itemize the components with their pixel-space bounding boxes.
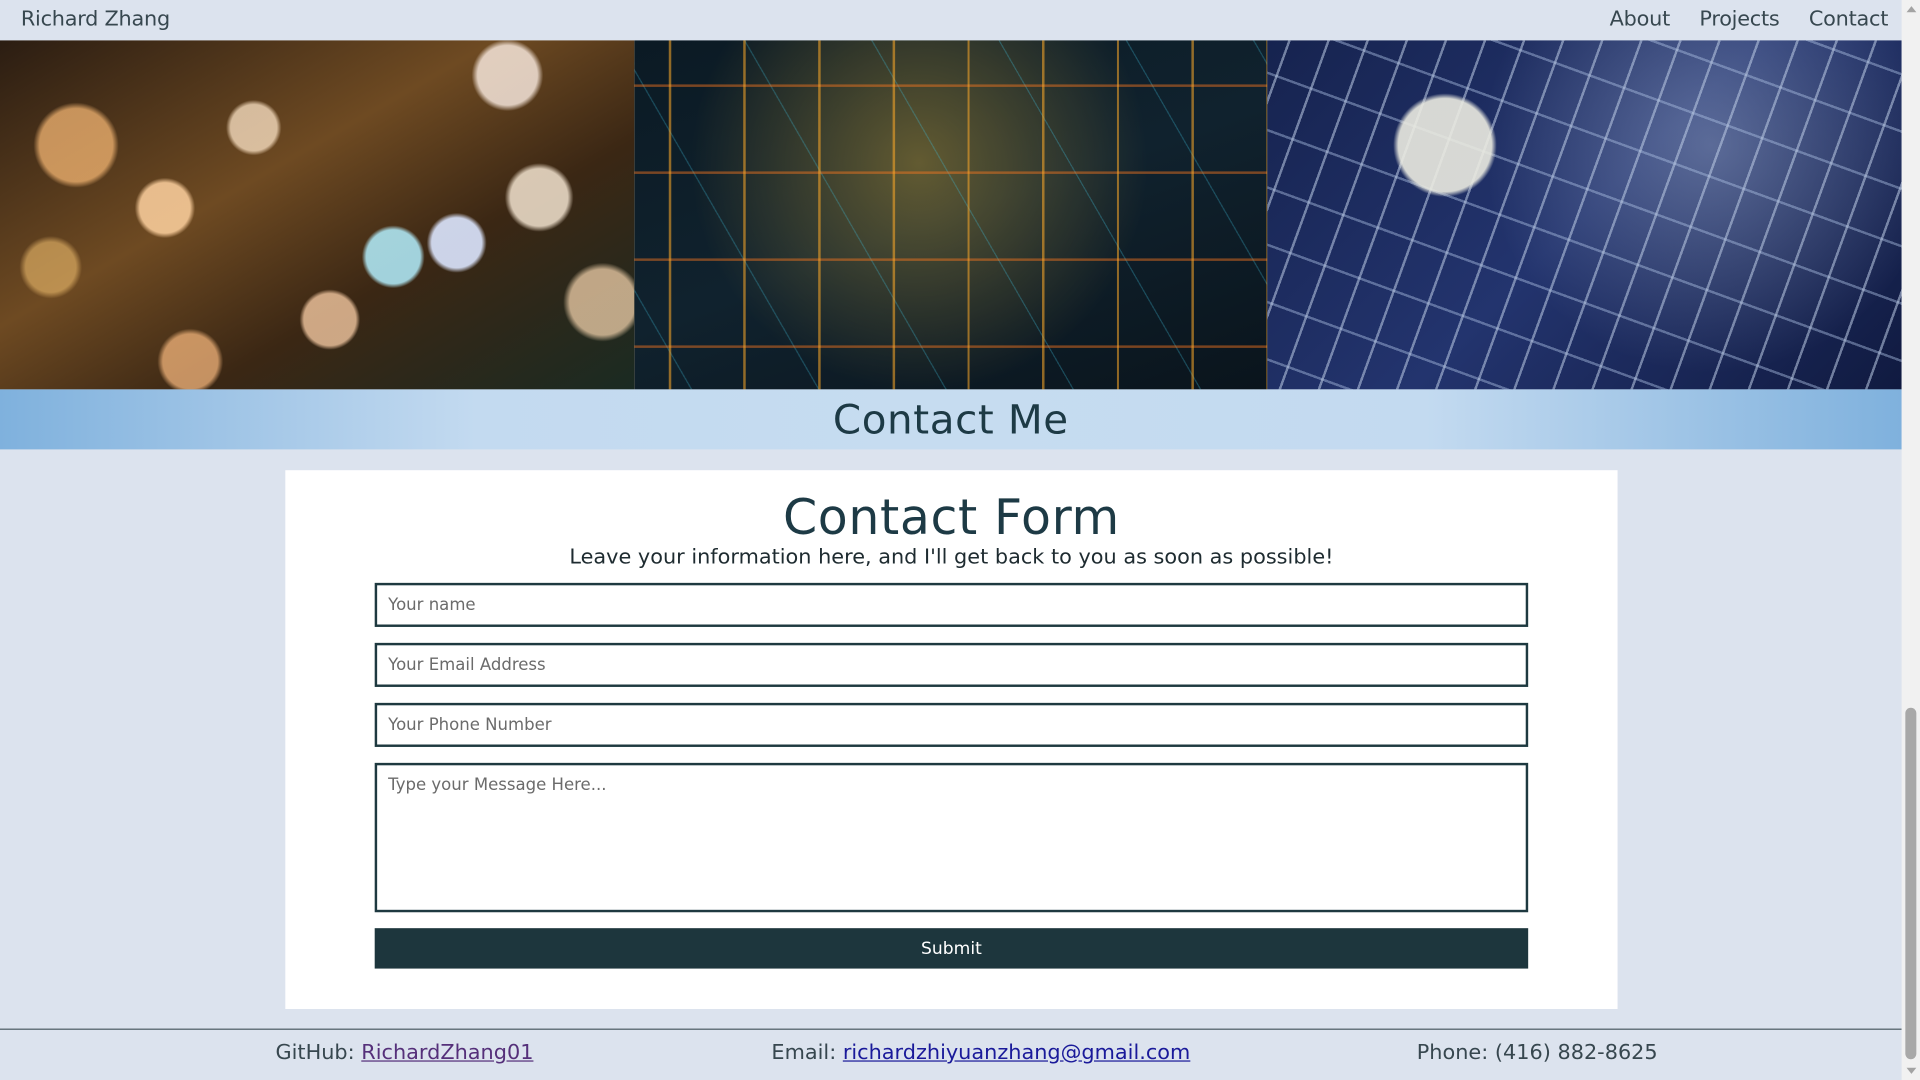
- name-input[interactable]: [374, 582, 1529, 627]
- message-textarea[interactable]: [374, 762, 1529, 913]
- city-lights-bokeh-image: [0, 40, 634, 390]
- form-title: Contact Form: [782, 489, 1120, 547]
- circuit-board-image: [1267, 40, 1902, 390]
- contact-form-card: Contact Form Leave your information here…: [285, 470, 1618, 1009]
- nav-link-about[interactable]: About: [1610, 7, 1671, 31]
- footer-github: GitHub: RichardZhang01: [276, 1041, 534, 1065]
- nav-link-projects[interactable]: Projects: [1699, 7, 1779, 31]
- footer: GitHub: RichardZhang01 Email: richardzhi…: [0, 1028, 1902, 1080]
- glowing-circuit-image: [633, 40, 1268, 390]
- footer-email: Email: richardzhiyuanzhang@gmail.com: [771, 1041, 1190, 1065]
- nav-links: About Projects Contact: [1610, 7, 1889, 31]
- section-banner: Contact Me: [0, 389, 1902, 450]
- hero-image-strip: [0, 40, 1902, 390]
- form-subtitle: Leave your information here, and I'll ge…: [569, 544, 1334, 570]
- email-link[interactable]: richardzhiyuanzhang@gmail.com: [843, 1041, 1191, 1065]
- top-navbar: Richard Zhang About Projects Contact: [0, 0, 1902, 41]
- nav-link-contact[interactable]: Contact: [1809, 7, 1889, 31]
- brand-link[interactable]: Richard Zhang: [21, 7, 170, 31]
- submit-button[interactable]: Submit: [374, 928, 1529, 969]
- scrollbar-thumb[interactable]: [1905, 707, 1917, 1060]
- section-title: Contact Me: [832, 395, 1069, 444]
- scroll-up-arrow-icon[interactable]: [1906, 6, 1917, 13]
- vertical-scrollbar[interactable]: [1901, 0, 1920, 1080]
- footer-phone: Phone: (416) 882-8625: [1416, 1040, 1658, 1066]
- email-input[interactable]: [374, 642, 1529, 687]
- browser-viewport: Richard Zhang About Projects Contact Con…: [0, 0, 1920, 1080]
- github-label: GitHub:: [275, 1040, 362, 1066]
- page: Richard Zhang About Projects Contact Con…: [0, 0, 1902, 1080]
- phone-input[interactable]: [374, 702, 1529, 747]
- scroll-down-arrow-icon[interactable]: [1906, 1067, 1917, 1074]
- email-label: Email:: [771, 1040, 843, 1066]
- github-link[interactable]: RichardZhang01: [361, 1041, 533, 1065]
